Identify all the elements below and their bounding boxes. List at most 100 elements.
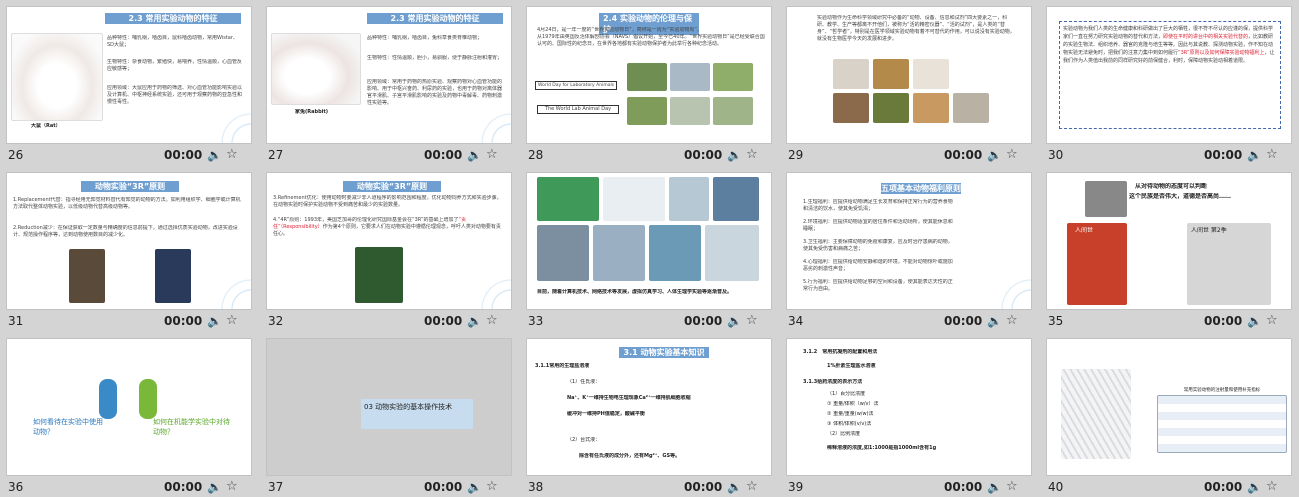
slide-thumbnail-28[interactable]: 2.4 实验动物的伦理与保护 4月24日，是一年一度的“世界实验动物日”，简称是… bbox=[520, 0, 780, 166]
photo bbox=[537, 177, 599, 221]
slide-number: 30 bbox=[1048, 148, 1064, 162]
star-icon[interactable]: ☆ bbox=[486, 479, 498, 494]
decoration bbox=[987, 253, 1031, 309]
speaker-icon[interactable]: 🔈 bbox=[207, 480, 222, 494]
slide-thumbnail-34[interactable]: 五项基本动物福利原则 1.生理福利：应提供给动物满足生长发育和保持正常行为的营养… bbox=[780, 166, 1040, 332]
star-icon[interactable]: ☆ bbox=[486, 147, 498, 162]
logo-text: The World Lab Animal Day bbox=[537, 105, 619, 114]
slide-timing: 00:00 bbox=[164, 314, 203, 328]
photo bbox=[913, 93, 949, 123]
slide-preview[interactable]: 2.3 常用实验动物的特征 大鼠（Rat） 品种特性：哺乳纲，啮齿目，鼠科啮齿动… bbox=[6, 6, 252, 144]
slide-number: 37 bbox=[268, 480, 284, 494]
speaker-icon[interactable]: 🔈 bbox=[727, 314, 742, 328]
rat-image bbox=[11, 33, 103, 121]
photo bbox=[593, 225, 645, 281]
figure-icon bbox=[99, 379, 117, 419]
slide-number: 40 bbox=[1048, 480, 1064, 494]
section-title: 03 动物实验的基本操作技术 bbox=[361, 399, 473, 429]
star-icon[interactable]: ☆ bbox=[226, 147, 238, 162]
slide-number: 39 bbox=[788, 480, 804, 494]
star-icon[interactable]: ☆ bbox=[1266, 313, 1278, 328]
star-icon[interactable]: ☆ bbox=[226, 479, 238, 494]
photo bbox=[627, 97, 667, 125]
star-icon[interactable]: ☆ bbox=[746, 313, 758, 328]
speaker-icon[interactable]: 🔈 bbox=[467, 480, 482, 494]
slide-thumbnail-27[interactable]: 2.3 常用实验动物的特征 家兔(Rabbit) 品种特性：哺乳纲，啮齿目，兔科… bbox=[260, 0, 520, 166]
slide-thumbnail-40[interactable]: 常用实验动物的注射量和使用补充指标 40 00:00 🔈 ☆ bbox=[1040, 332, 1299, 497]
slide-timing: 00:00 bbox=[684, 314, 723, 328]
slide-preview[interactable]: 实验动物作为生命科学领域研究中必备的“动物、设备、信息和试剂”四大要素之一，科研… bbox=[786, 6, 1032, 144]
star-icon[interactable]: ☆ bbox=[486, 313, 498, 328]
slide-timing: 00:00 bbox=[944, 314, 983, 328]
slide-sorter-grid: 2.3 常用实验动物的特征 大鼠（Rat） 品种特性：哺乳纲，啮齿目，鼠科啮齿动… bbox=[0, 0, 1299, 497]
slide-thumbnail-30[interactable]: 实验动物为我们人类的生命健康和科研做出了巨大的牺牲，很不符不尽认的应谨的保，提供… bbox=[1040, 0, 1299, 166]
speaker-icon[interactable]: 🔈 bbox=[727, 148, 742, 162]
slide-thumbnail-26[interactable]: 2.3 常用实验动物的特征 大鼠（Rat） 品种特性：哺乳纲，啮齿目，鼠科啮齿动… bbox=[0, 0, 260, 166]
slide-preview[interactable]: 3.1 动物实验基本知识 3.1.1常用的生理盐溶液 （1）任氏液： Na⁺、K… bbox=[526, 338, 772, 476]
speaker-icon[interactable]: 🔈 bbox=[987, 314, 1002, 328]
speaker-icon[interactable]: 🔈 bbox=[1247, 480, 1262, 494]
slide-number: 36 bbox=[8, 480, 24, 494]
speaker-icon[interactable]: 🔈 bbox=[207, 314, 222, 328]
photo bbox=[713, 177, 759, 221]
portrait-image bbox=[1085, 181, 1127, 217]
slide-text: 生物特性：性情温顺，胆小，易驯服，便于静脉注射和灌胃； bbox=[367, 55, 503, 61]
star-icon[interactable]: ☆ bbox=[746, 479, 758, 494]
slide-preview[interactable]: 3.1.2 常用抗凝剂的配置和用法 1%肝素生理盐水溶液 3.1.3给药浓度的表… bbox=[786, 338, 1032, 476]
photo bbox=[669, 177, 709, 221]
slide-thumbnail-36[interactable]: 如何看待在实验中使用动物？ 如何在机能学实验中对待动物？ 36 00:00 🔈 … bbox=[0, 332, 260, 497]
speaker-icon[interactable]: 🔈 bbox=[987, 480, 1002, 494]
slide-thumbnail-35[interactable]: 从对待动物的态度可以判断 这个民族是否伟大，道德是否高尚…… 人间世 人间世 第… bbox=[1040, 166, 1299, 332]
speaker-icon[interactable]: 🔈 bbox=[207, 148, 222, 162]
slide-text: 除含有任氏液的成分外，还有Mg²⁺、GS等。 bbox=[579, 453, 681, 459]
photo bbox=[953, 93, 989, 123]
star-icon[interactable]: ☆ bbox=[226, 313, 238, 328]
slide-thumbnail-29[interactable]: 实验动物作为生命科学领域研究中必备的“动物、设备、信息和试剂”四大要素之一，科研… bbox=[780, 0, 1040, 166]
speaker-icon[interactable]: 🔈 bbox=[467, 314, 482, 328]
photo bbox=[649, 225, 701, 281]
slide-thumbnail-38[interactable]: 3.1 动物实验基本知识 3.1.1常用的生理盐溶液 （1）任氏液： Na⁺、K… bbox=[520, 332, 780, 497]
slide-text: （2）比例浓度 bbox=[827, 431, 861, 437]
slide-text: 稀释溶液的浓度,如1:1000是指1000ml含有1g bbox=[827, 445, 937, 451]
slide-preview[interactable]: 动物实验“3R”原则 1.Replacement代替：指寻经用无知觉材料替代有知… bbox=[6, 172, 252, 310]
star-icon[interactable]: ☆ bbox=[1006, 479, 1018, 494]
slide-preview[interactable]: 常用实验动物的注射量和使用补充指标 bbox=[1046, 338, 1292, 476]
slide-preview[interactable]: 目前，随着计算机技术、网络技术等发展，虚拟仿真学习、人体生理学实验等逐渐普及。 bbox=[526, 172, 772, 310]
slide-thumbnail-37[interactable]: 03 动物实验的基本操作技术 37 00:00 🔈 ☆ bbox=[260, 332, 520, 497]
star-icon[interactable]: ☆ bbox=[1266, 479, 1278, 494]
injection-table bbox=[1157, 395, 1287, 453]
slide-preview[interactable]: 2.4 实验动物的伦理与保护 4月24日，是一年一度的“世界实验动物日”，简称是… bbox=[526, 6, 772, 144]
slide-preview[interactable]: 2.3 常用实验动物的特征 家兔(Rabbit) 品种特性：哺乳纲，啮齿目，兔科… bbox=[266, 6, 512, 144]
star-icon[interactable]: ☆ bbox=[1266, 147, 1278, 162]
slide-text: 这个民族是否伟大，道德是否高尚…… bbox=[1129, 193, 1232, 200]
star-icon[interactable]: ☆ bbox=[1006, 147, 1018, 162]
slide-timing: 00:00 bbox=[1204, 314, 1243, 328]
speaker-icon[interactable]: 🔈 bbox=[1247, 314, 1262, 328]
slide-number: 35 bbox=[1048, 314, 1064, 328]
slide-preview[interactable]: 动物实验“3R”原则 3.Refinement优化：使用动物时要减少非人道程序的… bbox=[266, 172, 512, 310]
speaker-icon[interactable]: 🔈 bbox=[1247, 148, 1262, 162]
decoration bbox=[207, 253, 251, 309]
slide-thumbnail-31[interactable]: 动物实验“3R”原则 1.Replacement代替：指寻经用无知觉材料替代有知… bbox=[0, 166, 260, 332]
slide-text: 品种特性：哺乳纲，啮齿目，鼠科啮齿动物，常用Wistar、SD大鼠； bbox=[107, 35, 238, 48]
speaker-icon[interactable]: 🔈 bbox=[987, 148, 1002, 162]
slide-thumbnail-32[interactable]: 动物实验“3R”原则 3.Refinement优化：使用动物时要减少非人道程序的… bbox=[260, 166, 520, 332]
book-title: 人间世 第2季 bbox=[1191, 227, 1227, 234]
slide-timing: 00:00 bbox=[424, 480, 463, 494]
speaker-icon[interactable]: 🔈 bbox=[467, 148, 482, 162]
slide-preview[interactable]: 五项基本动物福利原则 1.生理福利：应提供给动物满足生长发育和保持正常行为的营养… bbox=[786, 172, 1032, 310]
slide-text: 4.心理福利：应提供给动物安静和谐的环境，不能对动物惊吓或施加恶劣的刺激性声音； bbox=[803, 259, 953, 272]
slide-preview[interactable]: 03 动物实验的基本操作技术 bbox=[266, 338, 512, 476]
slide-preview[interactable]: 从对待动物的态度可以判断 这个民族是否伟大，道德是否高尚…… 人间世 人间世 第… bbox=[1046, 172, 1292, 310]
slide-number: 32 bbox=[268, 314, 284, 328]
slide-preview[interactable]: 如何看待在实验中使用动物？ 如何在机能学实验中对待动物？ bbox=[6, 338, 252, 476]
star-icon[interactable]: ☆ bbox=[746, 147, 758, 162]
star-icon[interactable]: ☆ bbox=[1006, 313, 1018, 328]
slide-thumbnail-33[interactable]: 目前，随着计算机技术、网络技术等发展，虚拟仿真学习、人体生理学实验等逐渐普及。 … bbox=[520, 166, 780, 332]
slide-text: 品种特性：哺乳纲，啮齿目，兔科草食类脊椎动物； bbox=[367, 35, 483, 41]
photo bbox=[873, 59, 909, 89]
slide-thumbnail-39[interactable]: 3.1.2 常用抗凝剂的配置和用法 1%肝素生理盐水溶液 3.1.3给药浓度的表… bbox=[780, 332, 1040, 497]
slide-preview[interactable]: 实验动物为我们人类的生命健康和科研做出了巨大的牺牲，很不符不尽认的应谨的保，提供… bbox=[1046, 6, 1292, 144]
slide-text: 目前，随着计算机技术、网络技术等发展，虚拟仿真学习、人体生理学实验等逐渐普及。 bbox=[537, 289, 733, 295]
speaker-icon[interactable]: 🔈 bbox=[727, 480, 742, 494]
